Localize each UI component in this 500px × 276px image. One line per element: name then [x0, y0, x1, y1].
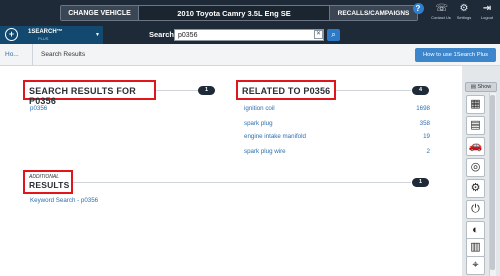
- divider: [336, 90, 411, 91]
- show-label: Show: [477, 84, 492, 90]
- results-panel: SEARCH RESULTS FOR P0356 1 p0356 RELATED…: [0, 66, 462, 276]
- brand-name: 1SEARCH™: [28, 29, 63, 35]
- related-link-spark-plug[interactable]: spark plug: [244, 120, 273, 127]
- search-results-title: SEARCH RESULTS FOR P0356: [29, 86, 136, 106]
- vehicle-name: 2010 Toyota Camry 3.5L Eng SE: [139, 6, 329, 20]
- how-to-use-button[interactable]: How to use 1Search Plus: [415, 48, 496, 62]
- contact-us-label: Contact Us: [431, 15, 451, 20]
- chevron-down-icon: ▼: [95, 32, 100, 38]
- related-link-engine-intake-manifold[interactable]: engine intake manifold: [244, 133, 306, 140]
- search-results-count: 1: [198, 86, 215, 95]
- fuse-box-icon[interactable]: ▦: [466, 95, 485, 114]
- settings-icon: ⚙: [459, 3, 469, 14]
- product-selector[interactable]: + 1SEARCH™ PLUS ▼: [0, 26, 103, 44]
- related-title: RELATED TO P0356: [242, 86, 331, 96]
- connector-icon[interactable]: ▥: [466, 238, 485, 257]
- related-header: RELATED TO P0356: [236, 80, 336, 100]
- top-icons: ? ☏ Contact Us ⚙ Settings ⇥ Logout: [409, 3, 496, 20]
- related-count-value: 1698: [416, 105, 430, 112]
- additional-results-count: 1: [412, 178, 429, 187]
- help-icon: ?: [412, 3, 424, 14]
- breadcrumb-current: Search Results: [41, 51, 86, 58]
- search-results-header: SEARCH RESULTS FOR P0356: [23, 80, 156, 106]
- search-result-link[interactable]: p0356: [30, 105, 47, 112]
- contact-us-icon: ☏: [435, 3, 449, 14]
- clear-icon[interactable]: ✕: [314, 30, 323, 39]
- divider: [156, 90, 198, 91]
- contact-us-button[interactable]: ☏ Contact Us: [431, 3, 451, 20]
- search-button[interactable]: ⌕: [327, 29, 340, 41]
- engine-icon[interactable]: ⚙: [466, 179, 485, 198]
- power-icon[interactable]: ⏻: [466, 200, 485, 219]
- breadcrumb-divider: [32, 44, 33, 66]
- scrollbar-thumb[interactable]: [490, 95, 495, 270]
- additional-results-title: RESULTS: [29, 180, 70, 190]
- settings-button[interactable]: ⚙ Settings: [455, 3, 473, 20]
- search-bar: + 1SEARCH™ PLUS ▼ Search ✕ ⌕: [0, 26, 500, 44]
- vehicle-group: CHANGE VEHICLE 2010 Toyota Camry 3.5L En…: [60, 5, 418, 21]
- show-toggle[interactable]: ▤ Show: [465, 82, 497, 92]
- logout-icon: ⇥: [482, 3, 492, 14]
- logout-button[interactable]: ⇥ Logout: [478, 3, 496, 20]
- magnifier-plus-icon: +: [5, 28, 18, 41]
- help-button[interactable]: ?: [409, 3, 427, 20]
- search-label: Search: [149, 30, 175, 39]
- divider: [73, 182, 411, 183]
- logout-label: Logout: [480, 15, 494, 20]
- related-count: 4: [412, 86, 429, 95]
- change-vehicle-button[interactable]: CHANGE VEHICLE: [61, 6, 139, 20]
- location-icon[interactable]: ⌖: [466, 256, 485, 275]
- car-icon[interactable]: 🚗: [466, 137, 485, 156]
- related-link-ignition-coil[interactable]: ignition coil: [244, 105, 275, 112]
- keyword-search-link[interactable]: Keyword Search - p0356: [30, 197, 98, 204]
- document-icon[interactable]: ▤: [466, 116, 485, 135]
- settings-label: Settings: [456, 15, 472, 20]
- related-count-value: 358: [419, 120, 430, 127]
- show-icon: ▤: [470, 84, 476, 90]
- brand-sub: PLUS: [38, 36, 49, 41]
- recalls-campaigns-button[interactable]: RECALLS/CAMPAIGNS: [329, 6, 417, 20]
- additional-results-header: ADDITIONAL RESULTS: [23, 170, 73, 194]
- top-bar: CHANGE VEHICLE 2010 Toyota Camry 3.5L En…: [0, 0, 500, 26]
- tire-pressure-icon[interactable]: ◎: [466, 158, 485, 177]
- search-input[interactable]: [174, 29, 324, 41]
- related-count-value: 2: [426, 148, 430, 155]
- breadcrumb-home[interactable]: Ho...: [5, 51, 19, 58]
- related-count-value: 19: [423, 133, 430, 140]
- related-link-spark-plug-wire[interactable]: spark plug wire: [244, 148, 286, 155]
- breadcrumb: Ho... Search Results How to use 1Search …: [0, 44, 500, 66]
